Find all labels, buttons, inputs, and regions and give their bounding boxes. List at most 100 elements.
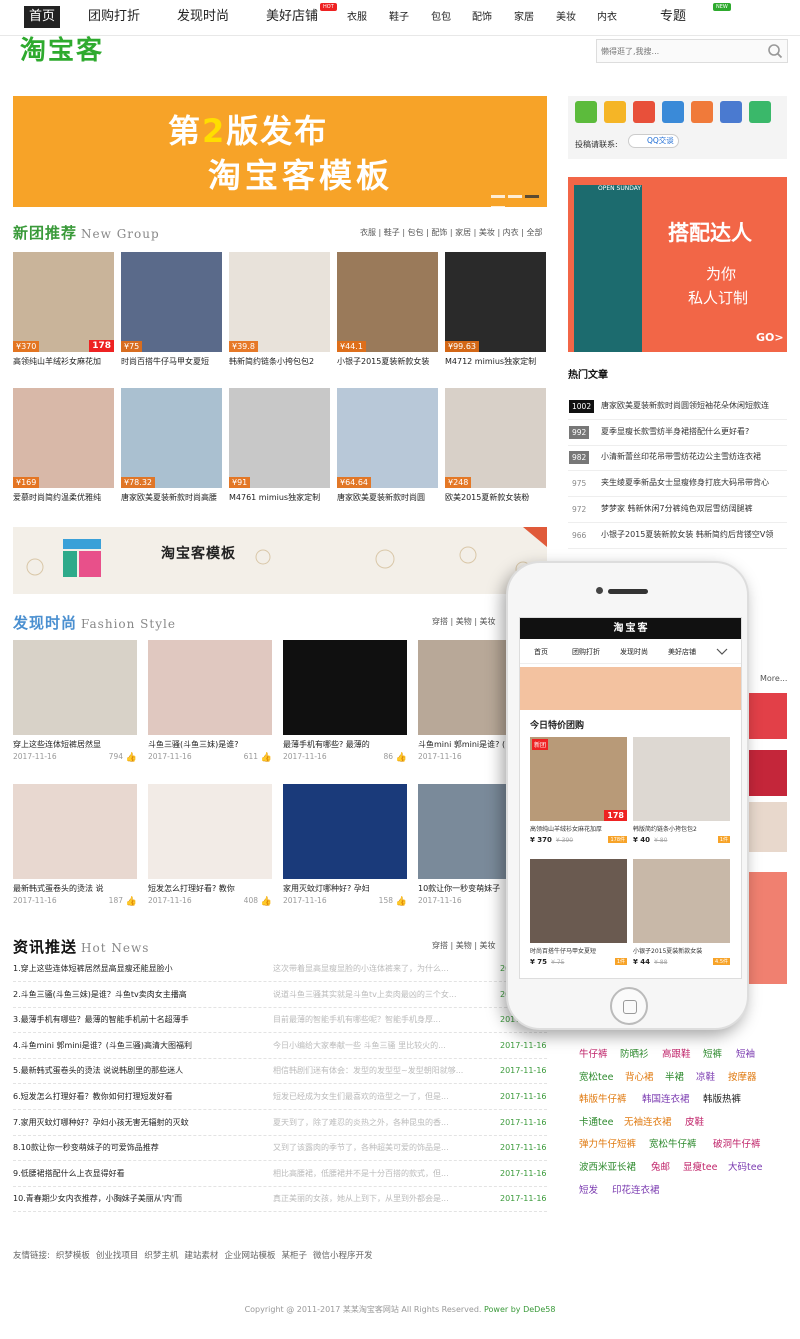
side-thumb-2[interactable] — [748, 750, 787, 796]
nav-group-buy[interactable]: 团购打折 — [84, 6, 144, 28]
product-caption[interactable]: 欧美2015夏新款女装粉 — [445, 491, 546, 505]
hot-article-title[interactable]: 唐家欧美夏装新款时尚圆领短袖花朵休闲短款连 — [601, 400, 787, 411]
tag-link[interactable]: 印花连衣裙 — [612, 1182, 660, 1196]
news-row[interactable]: 8.10款让你一秒变萌妹子的可爱饰品推荐 又到了该露肉的季节了，各种超美可爱的饰品… — [13, 1136, 547, 1162]
hot-article-row[interactable]: 1002 唐家欧美夏装新款时尚圆领短袖花朵休闲短款连 — [568, 394, 787, 420]
news-title[interactable]: 2.斗鱼三骚(斗鱼三妹)是谁？斗鱼tv卖肉女主播高 — [13, 983, 268, 1007]
news-title[interactable]: 1.穿上这些连体短裤居然显高显瘦还能显脸小 — [13, 957, 268, 981]
ad-go-button[interactable]: GO> — [756, 331, 784, 344]
nav-cat-shoes[interactable]: 鞋子 — [389, 9, 409, 27]
phone-product-card[interactable]: 时尚百搭牛仔马甲女夏短 ¥ 75 ¥ 75 1件 — [530, 859, 627, 966]
phone-product-card[interactable]: 小银子2015夏装新款女装 ¥ 44 ¥ 88 4.5件 — [633, 859, 730, 966]
hot-article-row[interactable]: 982 小清新蕾丝印花吊带雪纺花边公主雪纺连衣裙 — [568, 445, 787, 472]
fashion-image[interactable] — [283, 784, 407, 879]
powered-by-link[interactable]: Power by DeDe58 — [484, 1305, 555, 1314]
phone-nav-shops[interactable]: 美好店铺 — [668, 647, 696, 657]
tag-link[interactable]: 背心裙 — [625, 1069, 654, 1083]
product-caption[interactable]: 时尚百搭牛仔马甲女夏短 — [121, 355, 222, 369]
hot-article-title[interactable]: 小银子2015夏装新款女装 韩新简约后背镂空V领 — [601, 529, 787, 540]
tag-link[interactable]: 短发 — [579, 1182, 598, 1196]
side-thumb-4[interactable] — [748, 872, 787, 984]
tag-link[interactable]: 韩版牛仔裤 — [579, 1091, 627, 1105]
nav-cat-accessories[interactable]: 配饰 — [472, 9, 492, 27]
product-image[interactable]: ¥370 178 — [13, 252, 114, 352]
phone-product-image[interactable] — [633, 859, 730, 943]
fashion-card[interactable]: 穿上这些连体短裤居然显 2017-11-16 794 👍 — [13, 640, 137, 763]
news-title[interactable]: 9.低腰裙搭配什么上衣显得好看 — [13, 1162, 268, 1186]
tag-link[interactable]: 凉鞋 — [696, 1069, 715, 1083]
product-card[interactable]: ¥39.8 韩新简约链条小挎包包2 — [229, 252, 330, 369]
product-caption[interactable]: M4761 mimius独家定制 — [229, 491, 330, 505]
news-row[interactable]: 10.青春期少女内衣推荐，小胸妹子美丽从'内'而 真正美丽的女孩，她从上到下，从里… — [13, 1187, 547, 1213]
tag-link[interactable]: 短裤 — [703, 1046, 722, 1060]
fashion-image[interactable] — [13, 640, 137, 735]
news-row[interactable]: 2.斗鱼三骚(斗鱼三妹)是谁？斗鱼tv卖肉女主播高 说道斗鱼三骚其实就是斗鱼tv上… — [13, 983, 547, 1008]
thumbs-up-icon[interactable]: 👍 — [126, 896, 137, 908]
hero-banner[interactable]: 第2版发布 淘宝客模板 — [13, 96, 547, 207]
fashion-image[interactable] — [148, 640, 272, 735]
tag-link[interactable]: 皮鞋 — [685, 1114, 704, 1128]
tag-link[interactable]: 波西米亚长裙 — [579, 1159, 636, 1173]
fashion-card[interactable]: 最新韩式蛋卷头的烫法 说 2017-11-16 187 👍 — [13, 784, 137, 907]
news-title[interactable]: 10.青春期少女内衣推荐，小胸妹子美丽从'内'而 — [13, 1187, 268, 1211]
tag-link[interactable]: 按摩器 — [728, 1069, 757, 1083]
product-card[interactable]: ¥169 爱慕时尚简约温柔优雅纯 — [13, 388, 114, 505]
news-row[interactable]: 3.最薄手机有哪些？最薄的智能手机前十名超薄手 目前最薄的智能手机有哪些呢？智能手… — [13, 1008, 547, 1034]
nav-shops[interactable]: 美好店铺 — [262, 6, 322, 28]
sidebar-ad[interactable]: OPEN SUNDAY 搭配达人 为你 私人订制 GO> — [568, 177, 787, 352]
fashion-caption[interactable]: 最新韩式蛋卷头的烫法 说 — [13, 883, 137, 895]
tag-link[interactable]: 兔邮 — [651, 1159, 670, 1173]
tag-link[interactable]: 大码tee — [728, 1159, 762, 1173]
more-link[interactable]: More... — [760, 674, 787, 683]
thumbs-up-icon[interactable]: 👍 — [261, 752, 272, 764]
phone-product-image[interactable] — [530, 859, 627, 943]
chevron-down-icon[interactable] — [716, 648, 728, 656]
weibo-icon[interactable] — [633, 101, 655, 123]
thumbs-up-icon[interactable]: 👍 — [261, 896, 272, 908]
phone-banner[interactable] — [520, 667, 741, 710]
product-card[interactable]: ¥44.1 小银子2015夏装新款女装 — [337, 252, 438, 369]
phone-product-caption[interactable]: 时尚百搭牛仔马甲女夏短 — [530, 946, 627, 955]
nav-cat-home[interactable]: 家居 — [514, 9, 534, 27]
phone-product-card[interactable]: 韩版简约链条小挎包包2 ¥ 40 ¥ 80 1件 — [633, 737, 730, 844]
news-title[interactable]: 4.斗鱼mini 郭mini是谁？(斗鱼三骚)高清大图福利 — [13, 1034, 268, 1058]
news-title[interactable]: 5.最新韩式蛋卷头的烫法 说说韩剧里的那些迷人 — [13, 1059, 268, 1083]
hot-article-title[interactable]: 夹生绫夏季新品女士显瘦修身打底大码吊带背心 — [601, 477, 787, 488]
product-caption[interactable]: 小银子2015夏装新款女装 — [337, 355, 438, 369]
friend-link[interactable]: 织梦模板 — [56, 1251, 90, 1261]
fashion-caption[interactable]: 家用灭蚊灯哪种好? 孕妇 — [283, 883, 407, 895]
product-image[interactable]: ¥64.64 — [337, 388, 438, 488]
phone-product-card[interactable]: 新团 178 高领纯山羊绒衫女麻花加厚 ¥ 370 ¥ 390 178件 — [530, 737, 627, 844]
phone-product-caption[interactable]: 小银子2015夏装新款女装 — [633, 946, 730, 955]
product-image[interactable]: ¥78.32 — [121, 388, 222, 488]
friend-link[interactable]: 创业找项目 — [96, 1251, 139, 1261]
hot-article-title[interactable]: 夏季显瘦长款雪纺半身裙搭配什么更好看? — [601, 426, 787, 437]
fashion-caption[interactable]: 最薄手机有哪些? 最薄的 — [283, 739, 407, 751]
product-card[interactable]: ¥99.63 M4712 mimius独家定制 — [445, 252, 546, 369]
product-caption[interactable]: 爱慕时尚简约温柔优雅纯 — [13, 491, 114, 505]
tag-link[interactable]: 破洞牛仔裤 — [713, 1136, 761, 1150]
friend-link[interactable]: 织梦主机 — [144, 1251, 178, 1261]
fashion-image[interactable] — [148, 784, 272, 879]
hot-article-row[interactable]: 975 夹生绫夏季新品女士显瘦修身打底大码吊带背心 — [568, 471, 787, 498]
tag-link[interactable]: 卡通tee — [579, 1114, 613, 1128]
tag-link[interactable]: 显瘦tee — [683, 1159, 717, 1173]
tag-link[interactable]: 短袖 — [736, 1046, 755, 1060]
nav-cat-clothes[interactable]: 衣服 — [347, 9, 367, 27]
phone-nav-fashion[interactable]: 发现时尚 — [620, 647, 648, 657]
tag-link[interactable]: 半裙 — [665, 1069, 684, 1083]
fashion-caption[interactable]: 穿上这些连体短裤居然显 — [13, 739, 137, 751]
news-row[interactable]: 9.低腰裙搭配什么上衣显得好看 相比高腰裙，低腰裙并不是十分百搭的款式，但... 2… — [13, 1162, 547, 1187]
friend-link[interactable]: 企业网站模板 — [224, 1251, 275, 1261]
news-title[interactable]: 3.最薄手机有哪些？最薄的智能手机前十名超薄手 — [13, 1008, 268, 1032]
nav-cat-bags[interactable]: 包包 — [431, 9, 451, 27]
mid-banner[interactable]: 淘宝客模板 — [13, 527, 547, 594]
thumbs-up-icon[interactable]: 👍 — [396, 896, 407, 908]
news-category-links[interactable]: 穿搭 | 美物 | 美妆 — [432, 940, 496, 951]
tag-link[interactable]: 宽松牛仔裤 — [649, 1136, 697, 1150]
wechat-icon[interactable] — [575, 101, 597, 123]
fashion-image[interactable] — [283, 640, 407, 735]
fashion-card[interactable]: 最薄手机有哪些? 最薄的 2017-11-16 86 👍 — [283, 640, 407, 763]
product-caption[interactable]: 高领纯山羊绒衫女麻花加 — [13, 355, 114, 369]
qq-chat-button[interactable]: QQ交谈 — [628, 134, 679, 148]
